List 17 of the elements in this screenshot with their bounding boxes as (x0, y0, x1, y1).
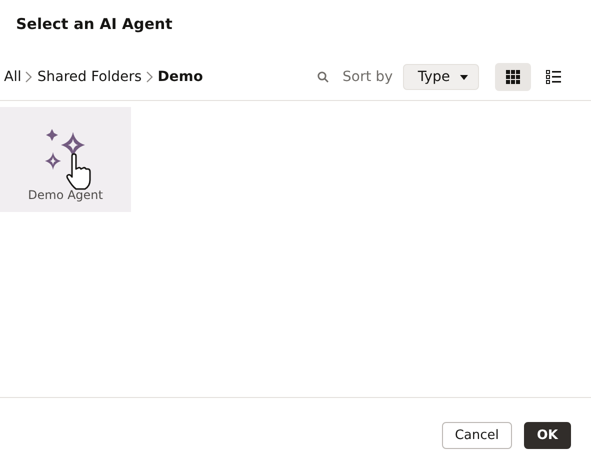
caret-icon (460, 74, 468, 80)
ok-button[interactable]: OK (524, 422, 571, 449)
agent-tile[interactable]: Demo Agent (0, 107, 131, 212)
grid-view-button[interactable] (495, 63, 531, 91)
dialog-title: Select an AI Agent (15, 14, 174, 35)
breadcrumb-link[interactable]: Demo (158, 69, 203, 85)
search-icon[interactable] (316, 71, 329, 83)
breadcrumb-link[interactable]: Shared Folders (37, 69, 142, 85)
sort-dropdown[interactable]: Type (402, 64, 479, 90)
cancel-button[interactable]: Cancel (442, 422, 512, 449)
sort-label: Sort by (342, 69, 393, 85)
list-view-icon (546, 70, 560, 84)
chevron-icon (25, 71, 34, 83)
hand-pointer-icon (64, 153, 94, 191)
chevron-icon (146, 71, 154, 83)
grid-view-icon (506, 70, 520, 84)
breadcrumb-link[interactable]: All (4, 69, 22, 85)
